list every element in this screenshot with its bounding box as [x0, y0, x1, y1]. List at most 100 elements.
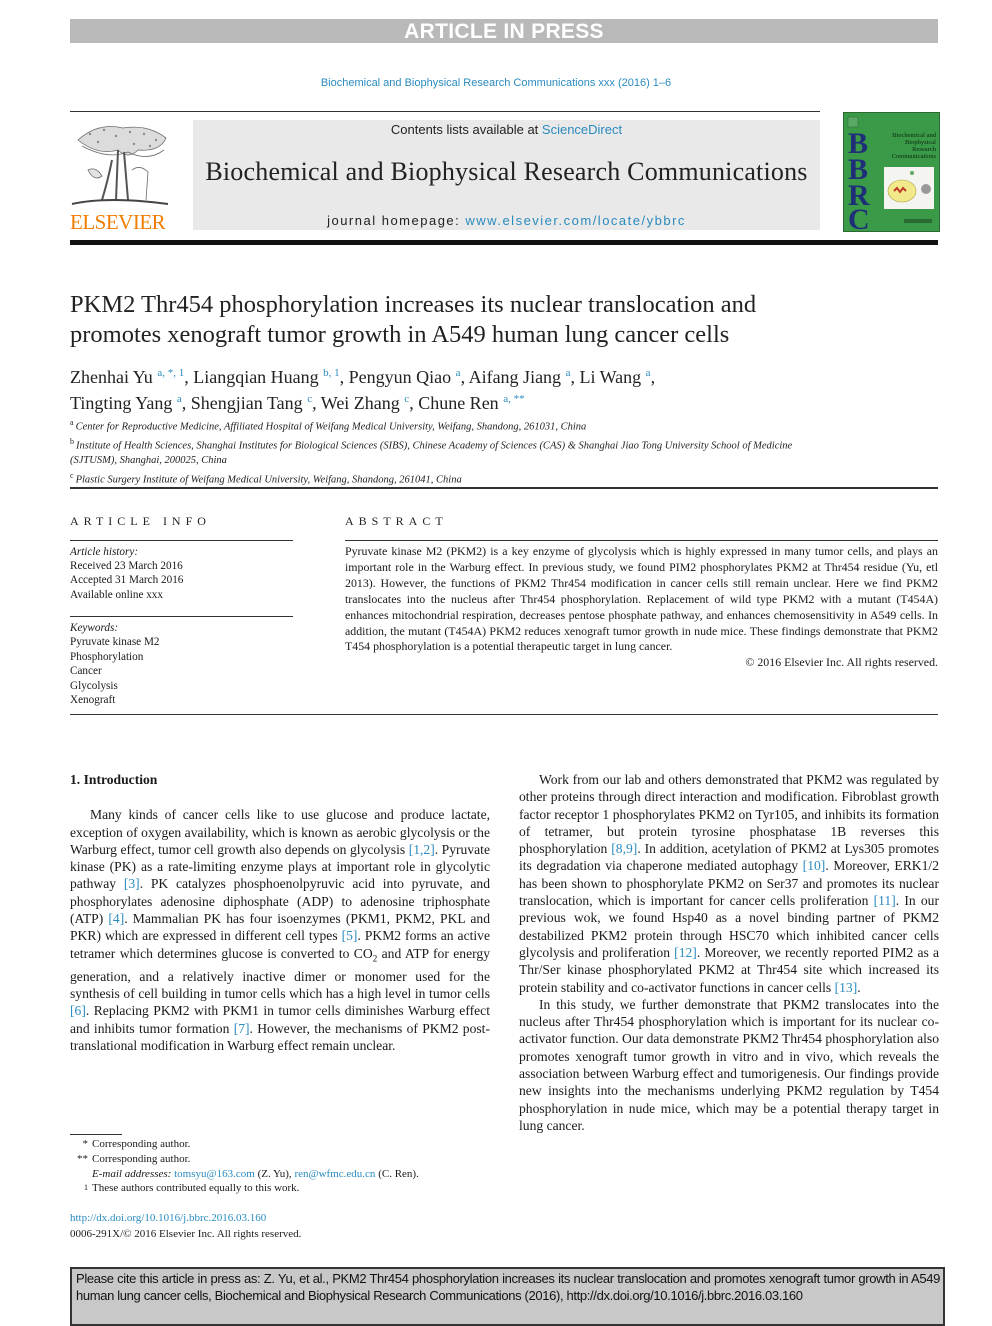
journal-reference-link[interactable]: Biochemical and Biophysical Research Com…: [0, 77, 992, 89]
contents-prefix: Contents lists available at: [390, 122, 542, 137]
history-available: Available online xxx: [70, 588, 163, 601]
journal-cover-thumbnail[interactable]: B B R C Biochemical and Biophysical Rese…: [843, 112, 940, 236]
footnote-emails: E-mail addresses: tomsyu@163.com (Z. Yu)…: [70, 1167, 500, 1182]
header-top-rule: [70, 111, 820, 112]
keyword: Cancer: [70, 665, 102, 678]
author-affiliation-marker[interactable]: b, 1: [323, 367, 340, 379]
footnote-rule: [70, 1134, 122, 1135]
email-owner-ren: (C. Ren).: [375, 1167, 419, 1180]
footnote-mark: 1: [84, 1183, 88, 1193]
author-name[interactable]: Aifang Jiang: [469, 367, 566, 387]
elsevier-tree-icon: [71, 126, 169, 205]
article-info-heading: ARTICLE INFO: [70, 514, 211, 528]
article-title-line-1: PKM2 Thr454 phosphorylation increases it…: [70, 291, 757, 318]
abstract-bottom-rule: [70, 714, 938, 715]
footnote-equal-contribution: 1 These authors contributed equally to th…: [70, 1181, 500, 1196]
citation-reference-link[interactable]: [12]: [674, 945, 697, 960]
keywords: Keywords: Pyruvate kinase M2 Phosphoryla…: [70, 621, 159, 707]
citation-reference-link[interactable]: [8,9]: [611, 841, 637, 856]
abstract-heading: ABSTRACT: [345, 514, 448, 528]
text-run: In this study, we further demonstrate th…: [519, 996, 939, 1133]
keyword: Glycolysis: [70, 679, 118, 692]
body-column-left: 1. Introduction Many kinds of cancer cel…: [70, 771, 490, 1054]
author-name[interactable]: Liangqian Huang: [193, 367, 323, 387]
author-separator: ,: [339, 367, 349, 387]
author-separator: ,: [181, 393, 191, 413]
abstract: Pyruvate kinase M2 (PKM2) is a key enzym…: [345, 544, 938, 671]
citation-reference-link[interactable]: [6]: [70, 1003, 86, 1018]
right-paragraphs: Work from our lab and others demonstrate…: [519, 771, 939, 1134]
abstract-copyright: © 2016 Elsevier Inc. All rights reserved…: [745, 655, 938, 670]
keyword: Phosphorylation: [70, 650, 144, 663]
author-list: Zhenhai Yu a, *, 1, Liangqian Huang b, 1…: [70, 362, 930, 414]
author-name[interactable]: Li Wang: [579, 367, 645, 387]
body-paragraph: Many kinds of cancer cells like to use g…: [70, 806, 490, 1054]
affiliation-item: c Plastic Surgery Institute of Weifang M…: [70, 469, 830, 488]
keywords-label: Keywords:: [70, 622, 119, 634]
author-separator: ,: [312, 393, 321, 413]
citation-reference-link[interactable]: [11]: [874, 893, 896, 908]
abstract-body: Pyruvate kinase M2 (PKM2) is a key enzym…: [345, 544, 938, 654]
affiliation-text: Plastic Surgery Institute of Weifang Med…: [75, 474, 462, 486]
email-link-yu[interactable]: tomsyu@163.com: [174, 1168, 255, 1180]
article-title-line-2: promotes xenograft tumor growth in A549 …: [70, 321, 730, 348]
author-name[interactable]: Chune Ren: [418, 393, 503, 413]
footnote-corresponding-1: * Corresponding author.: [70, 1137, 500, 1152]
abstract-rule: [345, 540, 938, 541]
author-affiliation-marker[interactable]: a, *, 1: [157, 367, 184, 379]
journal-header-box: Contents lists available at ScienceDirec…: [193, 120, 820, 230]
article-history: Article history: Received 23 March 2016 …: [70, 545, 183, 602]
email-owner-yu: (Z. Yu),: [254, 1167, 295, 1180]
footnotes: * Corresponding author. ** Corresponding a…: [70, 1137, 500, 1196]
author-name[interactable]: Zhenhai Yu: [70, 367, 157, 387]
article-title: PKM2 Thr454 phosphorylation increases it…: [70, 290, 930, 350]
svg-text:Biophysical: Biophysical: [905, 139, 936, 146]
history-received: Received 23 March 2016: [70, 560, 183, 573]
author-separator: ,: [409, 393, 419, 413]
citation-reference-link[interactable]: [5]: [342, 928, 358, 943]
author-separator: ,: [460, 367, 469, 387]
svg-text:Research: Research: [912, 146, 937, 153]
sciencedirect-link[interactable]: ScienceDirect: [542, 122, 622, 137]
footnote-mark: **: [77, 1152, 88, 1165]
history-accepted: Accepted 31 March 2016: [70, 574, 184, 587]
author-name[interactable]: Pengyun Qiao: [349, 367, 456, 387]
header-thick-rule: [70, 240, 938, 245]
footnote-corresponding-2: ** Corresponding author.: [70, 1152, 500, 1167]
svg-text:Biochemical and: Biochemical and: [892, 132, 937, 139]
homepage-prefix: journal homepage:: [327, 213, 466, 228]
citation-reference-link[interactable]: [13]: [835, 980, 858, 995]
affiliation-rule: [70, 487, 938, 489]
author-affiliation-marker[interactable]: a, **: [503, 393, 524, 405]
article-info-rule: [70, 540, 293, 541]
author-name[interactable]: Tingting Yang: [70, 393, 177, 413]
svg-text:Communications: Communications: [892, 153, 937, 160]
email-link-ren[interactable]: ren@wfmc.edu.cn: [294, 1168, 375, 1180]
keywords-rule: [70, 616, 293, 617]
citation-reference-link[interactable]: [7]: [234, 1021, 250, 1036]
author-name[interactable]: Wei Zhang: [321, 393, 405, 413]
homepage-line: journal homepage: www.elsevier.com/locat…: [193, 213, 820, 228]
journal-title: Biochemical and Biophysical Research Com…: [205, 157, 808, 186]
doi-block: http://dx.doi.org/10.1016/j.bbrc.2016.03…: [70, 1211, 301, 1242]
bbrc-cover-art: B B R C Biochemical and Biophysical Rese…: [847, 116, 937, 236]
left-paragraphs: Many kinds of cancer cells like to use g…: [70, 806, 490, 1054]
text-run: .: [857, 979, 861, 995]
author-separator: ,: [184, 367, 194, 387]
author-separator: ,: [650, 367, 656, 387]
citation-reference-link[interactable]: [4]: [108, 911, 124, 926]
citation-reference-link[interactable]: [3]: [124, 876, 140, 891]
email-label: E-mail addresses:: [92, 1167, 172, 1180]
affiliation-item: a Center for Reproductive Medicine, Affi…: [70, 416, 830, 435]
keyword: Pyruvate kinase M2: [70, 636, 160, 649]
citation-box: Please cite this article in press as: Z.…: [70, 1267, 945, 1326]
doi-link[interactable]: http://dx.doi.org/10.1016/j.bbrc.2016.03…: [70, 1211, 301, 1227]
author-name[interactable]: Shengjian Tang: [191, 393, 307, 413]
elsevier-wordmark: ELSEVIER: [70, 210, 166, 234]
citation-reference-link[interactable]: [10]: [803, 858, 826, 873]
citation-reference-link[interactable]: [1,2]: [409, 842, 435, 857]
body-column-right: Work from our lab and others demonstrate…: [519, 771, 939, 1134]
elsevier-logo[interactable]: ELSEVIER: [68, 120, 172, 235]
journal-homepage-link[interactable]: www.elsevier.com/locate/ybbrc: [465, 213, 686, 228]
contents-line: Contents lists available at ScienceDirec…: [193, 122, 820, 137]
